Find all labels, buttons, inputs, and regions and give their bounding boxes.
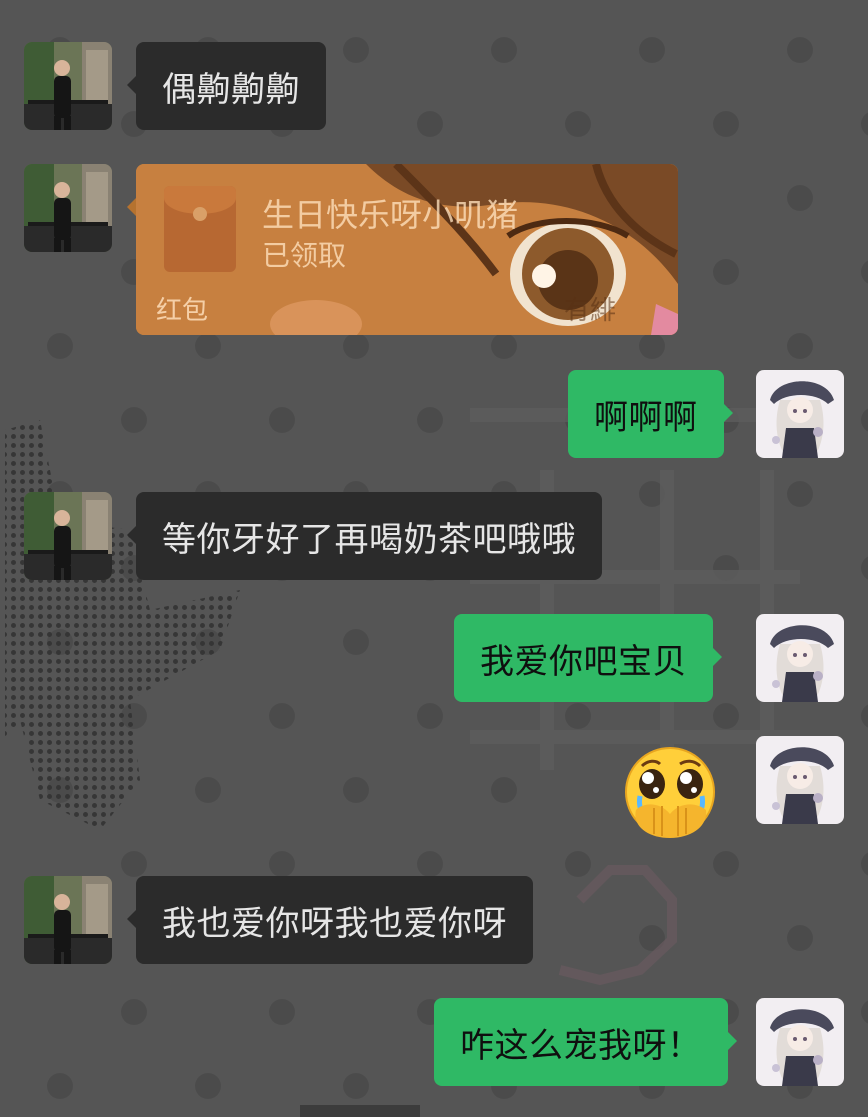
contact-avatar-photo	[24, 42, 112, 130]
pleading-face-emoji[interactable]	[614, 744, 722, 844]
contact-avatar[interactable]	[24, 876, 112, 964]
message-bubble-outgoing[interactable]: 我爱你吧宝贝	[454, 614, 722, 702]
self-avatar[interactable]	[756, 736, 844, 824]
red-packet-icon	[164, 186, 236, 272]
anime-girl-avatar	[756, 998, 844, 1086]
anime-girl-avatar	[756, 736, 844, 824]
contact-avatar[interactable]	[24, 42, 112, 130]
self-avatar[interactable]	[756, 998, 844, 1086]
red-packet-status: 已领取	[262, 239, 347, 272]
contact-avatar-photo	[24, 876, 112, 964]
contact-avatar[interactable]	[24, 164, 112, 252]
contact-avatar-photo	[24, 492, 112, 580]
message-bubble-outgoing[interactable]: 啊啊啊	[568, 370, 732, 458]
message-bubble-incoming[interactable]: 等你牙好了再喝奶茶吧哦哦	[127, 492, 602, 580]
pleading-face-icon	[625, 747, 715, 838]
message-bubble-incoming[interactable]: 偶齁齁齁	[127, 42, 326, 130]
red-packet-card[interactable]: 生日快乐呀小叽猪 已领取 红包 有緋	[136, 164, 678, 335]
message-bubble-incoming[interactable]: 我也爱你呀我也爱你呀	[127, 876, 533, 964]
anime-girl-avatar	[756, 614, 844, 702]
anime-girl-avatar	[756, 370, 844, 458]
contact-avatar-photo	[24, 164, 112, 252]
red-packet-title: 生日快乐呀小叽猪	[262, 196, 519, 234]
contact-avatar[interactable]	[24, 492, 112, 580]
red-packet-label: 红包	[156, 296, 209, 326]
self-avatar[interactable]	[756, 370, 844, 458]
red-packet-watermark: 有緋	[564, 296, 617, 326]
message-bubble-outgoing[interactable]: 咋这么宠我呀！	[434, 998, 736, 1086]
red-packet-pointer	[127, 198, 136, 216]
self-avatar[interactable]	[756, 614, 844, 702]
